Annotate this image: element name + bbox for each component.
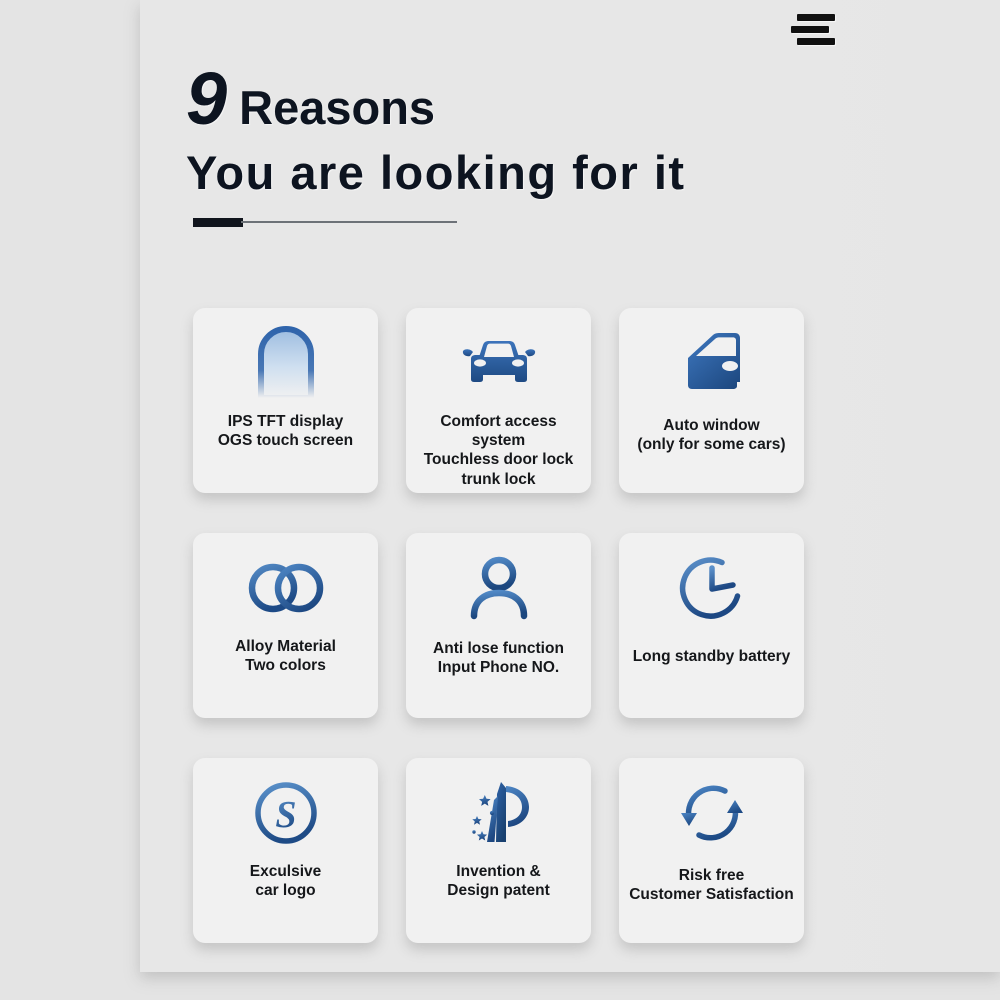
underline-thin-segment — [241, 221, 457, 223]
two-rings-icon — [193, 533, 378, 637]
title-subtitle: You are looking for it — [186, 146, 686, 199]
feature-label: Alloy Material Two colors — [235, 638, 336, 675]
title-word: Reasons — [239, 81, 436, 134]
hamburger-menu-icon[interactable] — [791, 12, 835, 46]
feature-card[interactable]: Long standby battery — [619, 533, 804, 718]
feature-label: Auto window (only for some cars) — [637, 417, 786, 454]
feature-card[interactable]: S Exculsive car logo — [193, 758, 378, 943]
feature-label: Invention & Design patent — [447, 863, 550, 900]
menu-bar-bottom — [797, 37, 835, 45]
feature-card[interactable]: IPS TFT display OGS touch screen — [193, 308, 378, 493]
page-title: 9 Reasons You are looking for it — [186, 62, 686, 199]
menu-bar-top — [797, 13, 835, 21]
feature-label: Long standby battery — [632, 648, 791, 665]
patent-p-stars-icon — [406, 758, 591, 862]
feature-card[interactable]: Risk free Customer Satisfaction — [619, 758, 804, 943]
svg-text:S: S — [275, 794, 296, 836]
page-root: 9 Reasons You are looking for it IPS TFT… — [0, 0, 1000, 1000]
feature-label: Anti lose function Input Phone NO. — [433, 640, 564, 677]
car-front-icon — [406, 308, 591, 412]
feature-grid: IPS TFT display OGS touch screen Comfort… — [193, 308, 807, 943]
person-icon — [406, 533, 591, 637]
feature-label: Exculsive car logo — [249, 863, 322, 900]
feature-card[interactable]: Comfort access system Touchless door loc… — [406, 308, 591, 493]
feature-label: Risk free Customer Satisfaction — [629, 867, 794, 904]
refresh-cycle-icon — [619, 758, 804, 862]
feature-card[interactable]: Anti lose function Input Phone NO. — [406, 533, 591, 718]
title-underline — [193, 218, 457, 227]
menu-bar-middle — [791, 25, 829, 33]
underline-thick-segment — [193, 218, 243, 227]
clock-icon — [619, 533, 804, 637]
car-door-icon — [619, 308, 804, 412]
display-screen-icon — [193, 308, 378, 412]
feature-label: IPS TFT display OGS touch screen — [217, 413, 354, 450]
s-logo-circle-icon: S — [193, 758, 378, 862]
feature-card[interactable]: Auto window (only for some cars) — [619, 308, 804, 493]
feature-card[interactable]: Invention & Design patent — [406, 758, 591, 943]
feature-label: Comfort access system Touchless door loc… — [423, 413, 574, 488]
feature-card[interactable]: Alloy Material Two colors — [193, 533, 378, 718]
title-line-one: 9 Reasons — [186, 62, 686, 136]
title-numeral: 9 — [186, 57, 227, 140]
